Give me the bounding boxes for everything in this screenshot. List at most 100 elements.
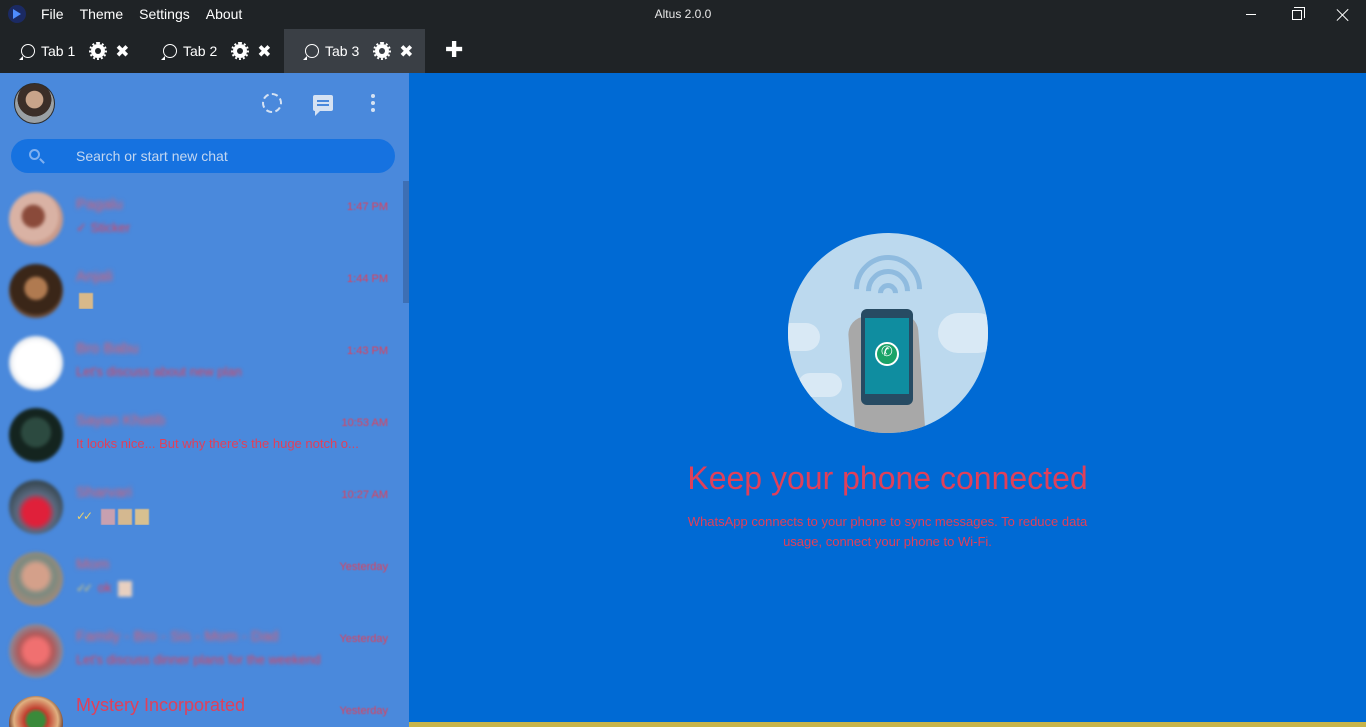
bottom-accent-bar	[409, 722, 1366, 727]
chat-list-item[interactable]: Family - Bro - Sis - Mom - Dad Yesterday…	[0, 613, 402, 685]
chat-list-item[interactable]: Sayan Khatib 10:53 AM It looks nice... B…	[0, 397, 402, 469]
chat-list-item[interactable]: Bro Babu 1:43 PM Let's discuss about new…	[0, 325, 402, 397]
phone-screen	[865, 318, 909, 394]
chat-time: 1:43 PM	[347, 345, 388, 357]
chat-sidebar: Pagalu 1:47 PM ✓ Sticker Anjali 1:44 PM …	[0, 73, 409, 727]
tab-settings-gear-icon[interactable]	[231, 42, 250, 60]
minimize-icon	[1246, 14, 1256, 15]
cloud-shape	[798, 373, 842, 397]
chat-time: 1:47 PM	[347, 201, 388, 213]
app-logo-icon	[8, 5, 26, 23]
chat-name: Bro Babu	[76, 340, 139, 357]
tab-label: Tab 2	[183, 43, 218, 59]
intro-description: WhatsApp connects to your phone to sync …	[687, 514, 1088, 549]
chat-name: Mystery Incorporated	[76, 695, 246, 715]
chat-snippet: It looks nice... But why there's the hug…	[76, 436, 359, 451]
chat-name: Family - Bro - Sis - Mom - Dad	[76, 628, 279, 645]
title-bar: File Theme Settings About Altus 2.0.0	[0, 0, 1366, 29]
close-window-button[interactable]	[1320, 0, 1366, 29]
whatsapp-icon	[161, 44, 177, 60]
chat-list-scrollbar[interactable]	[402, 181, 409, 727]
chat-name: Anjali	[76, 268, 113, 285]
chat-time: Yesterday	[339, 561, 388, 573]
chat-snippet-text: ok	[97, 580, 112, 595]
chat-avatar	[9, 480, 63, 534]
sidebar-header	[0, 73, 409, 135]
chat-snippet: Let's discuss dinner plans for the weeke…	[76, 652, 321, 667]
read-ticks-icon: ✓✓	[76, 509, 93, 523]
tab-2[interactable]: Tab 2 ✖	[161, 29, 272, 73]
status-icon[interactable]	[262, 93, 282, 113]
cloud-shape	[788, 323, 820, 351]
emoji-image	[118, 580, 133, 597]
emoji-image	[79, 292, 93, 309]
new-chat-icon[interactable]	[313, 95, 333, 116]
tab-label: Tab 1	[41, 43, 76, 59]
emoji-image	[117, 508, 132, 525]
tab-close-icon[interactable]: ✖	[257, 43, 271, 60]
search-input[interactable]	[76, 139, 376, 173]
chat-list-item[interactable]: Sharvari 10:27 AM ✓✓	[0, 469, 402, 541]
chat-avatar	[9, 552, 63, 606]
chat-name: Sharvari	[76, 484, 132, 501]
search-icon	[29, 149, 40, 160]
chat-snippet	[76, 292, 386, 309]
tab-close-icon[interactable]: ✖	[115, 43, 129, 60]
chat-avatar	[9, 192, 63, 246]
menu-theme[interactable]: Theme	[80, 6, 124, 22]
window-controls	[1228, 0, 1366, 29]
chat-list-item[interactable]: Anjali 1:44 PM	[0, 253, 402, 325]
chat-time: 10:27 AM	[341, 489, 388, 501]
chat-time: 10:53 AM	[341, 417, 388, 429]
menu-file[interactable]: File	[41, 6, 64, 22]
chat-list-item[interactable]: Pagalu 1:47 PM ✓ Sticker	[0, 181, 402, 253]
intro-title: Keep your phone connected	[687, 460, 1088, 496]
emoji-image	[134, 508, 149, 525]
chat-avatar	[9, 624, 63, 678]
emoji-image	[100, 508, 115, 525]
read-ticks-icon: ✓✓	[76, 581, 93, 595]
whatsapp-icon	[19, 44, 35, 60]
tab-3[interactable]: Tab 3 ✖	[284, 29, 425, 73]
add-tab-button[interactable]: ✚	[445, 39, 463, 61]
main-panel: Keep your phone connected WhatsApp conne…	[409, 73, 1366, 727]
chat-avatar	[9, 264, 63, 318]
chat-name: Mom	[76, 556, 110, 573]
menu-bar: File Theme Settings About	[41, 6, 242, 22]
menu-about[interactable]: About	[206, 6, 243, 22]
chat-snippet: Let's discuss about new plan	[76, 364, 242, 379]
minimize-button[interactable]	[1228, 0, 1274, 29]
phone-connected-illustration	[788, 233, 988, 433]
cloud-shape	[938, 313, 988, 353]
chat-snippet: ✓ Sticker	[76, 220, 131, 235]
tab-settings-gear-icon[interactable]	[373, 42, 392, 60]
tab-settings-gear-icon[interactable]	[89, 42, 108, 60]
phone-icon	[861, 309, 913, 405]
tab-bar: Tab 1 ✖ Tab 2 ✖ Tab 3 ✖ ✚	[0, 29, 1366, 73]
more-menu-icon[interactable]	[371, 94, 375, 112]
chat-time: Yesterday	[339, 705, 388, 717]
restore-icon	[1292, 6, 1305, 20]
chat-snippet: ✓✓ ok	[76, 580, 386, 597]
close-icon	[1337, 9, 1349, 21]
chat-avatar	[9, 408, 63, 462]
search-bar	[11, 139, 395, 173]
chat-name: Sayan Khatib	[76, 412, 166, 429]
chat-time: Yesterday	[339, 633, 388, 645]
tab-1[interactable]: Tab 1 ✖	[19, 29, 130, 73]
whatsapp-icon	[303, 44, 319, 60]
chat-name: Pagalu	[76, 196, 123, 213]
chat-snippet: ✓✓	[76, 508, 386, 525]
tab-label: Tab 3	[325, 43, 360, 59]
chat-list-item[interactable]: Mystery Incorporated Yesterday	[0, 685, 402, 727]
chat-time: 1:44 PM	[347, 273, 388, 285]
tab-close-icon[interactable]: ✖	[399, 43, 413, 60]
chat-list: Pagalu 1:47 PM ✓ Sticker Anjali 1:44 PM …	[0, 181, 402, 727]
maximize-button[interactable]	[1274, 0, 1320, 29]
menu-settings[interactable]: Settings	[139, 6, 190, 22]
profile-avatar[interactable]	[14, 83, 55, 124]
chat-list-item[interactable]: Mom Yesterday ✓✓ ok	[0, 541, 402, 613]
whatsapp-logo-icon	[875, 342, 899, 366]
chat-avatar	[9, 696, 63, 727]
chat-avatar	[9, 336, 63, 390]
